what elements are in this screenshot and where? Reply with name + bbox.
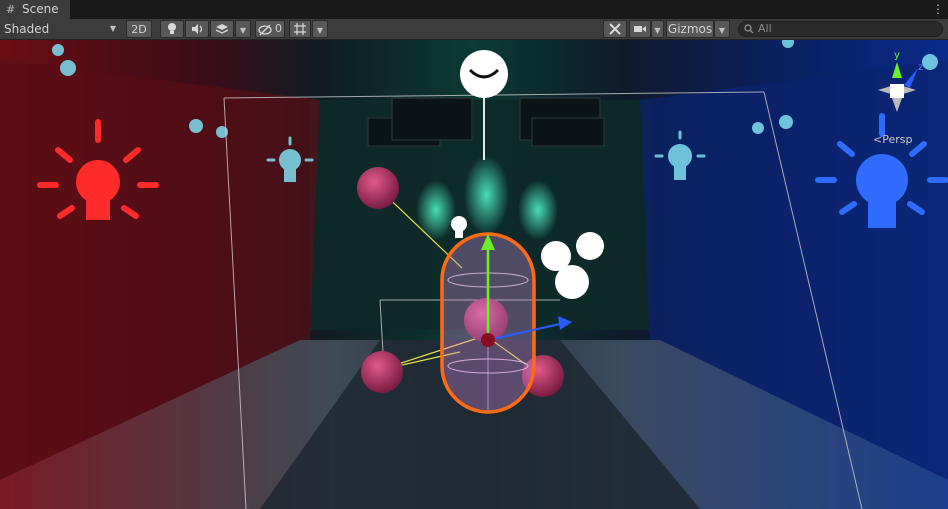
scene-tab-label: Scene	[22, 2, 59, 16]
search-field[interactable]: All	[738, 21, 943, 37]
chevron-down-icon: ▼	[239, 26, 247, 35]
grid-button[interactable]	[289, 20, 311, 38]
tab-menu-icon[interactable]: ⋮	[932, 0, 944, 19]
white-sphere[interactable]	[576, 232, 604, 260]
visibility-icon	[258, 24, 272, 36]
audio-toggle-button[interactable]	[185, 20, 209, 38]
tools-button[interactable]	[603, 20, 627, 38]
scene-viewport[interactable]: y z <Persp	[0, 40, 948, 509]
search-placeholder: All	[758, 22, 772, 35]
toggle-2d-button[interactable]: 2D	[126, 20, 152, 38]
search-icon	[744, 24, 754, 34]
probe-sphere[interactable]	[357, 167, 399, 209]
grid-icon	[294, 23, 306, 35]
grid-dropdown-button[interactable]: ▼	[312, 20, 328, 38]
probe-sphere[interactable]	[361, 351, 403, 393]
audio-toggle-icon	[192, 24, 203, 34]
camera-icon	[634, 26, 646, 32]
tab-bar: # Scene ⋮	[0, 0, 948, 19]
white-sphere[interactable]	[555, 265, 589, 299]
draw-mode-dropdown[interactable]: Shaded ▼	[4, 19, 120, 39]
light-toggle-button[interactable]	[160, 20, 184, 38]
projection-label: Persp	[882, 133, 913, 146]
hidden-objects-button[interactable]: 0	[255, 20, 285, 38]
hidden-count: 0	[275, 22, 282, 35]
axis-y-label: y	[894, 50, 900, 61]
light-toggle-icon	[168, 23, 176, 34]
persp-chevron-icon: <	[873, 133, 883, 146]
toggle-2d-label: 2D	[131, 23, 147, 36]
scene-toolbar: Shaded ▼ 2D ▼ 0 ▼ ▼ Gizmos ▼ All	[0, 19, 948, 40]
projection-toggle[interactable]: <Persp	[873, 133, 912, 146]
chevron-down-icon: ▼	[316, 26, 324, 35]
axis-z-label: z	[918, 62, 923, 73]
camera-dropdown-button[interactable]: ▼	[651, 20, 664, 38]
gizmos-label: Gizmos	[667, 22, 713, 36]
effects-dropdown-button[interactable]: ▼	[235, 20, 251, 38]
gizmos-dropdown-button[interactable]: ▼	[714, 20, 730, 38]
scene-render: y z	[0, 40, 948, 509]
tab-scene[interactable]: # Scene	[0, 0, 70, 19]
camera-button[interactable]	[629, 20, 651, 38]
effects-toggle-button[interactable]	[210, 20, 234, 38]
chevron-down-icon: ▼	[109, 24, 116, 33]
effects-layers-icon	[215, 24, 229, 34]
chevron-down-icon: ▼	[654, 26, 661, 35]
draw-mode-label: Shaded	[4, 22, 50, 36]
gizmos-button[interactable]: Gizmos	[666, 20, 714, 38]
scene-tab-icon: #	[6, 3, 16, 16]
chevron-down-icon: ▼	[718, 26, 726, 35]
tools-icon	[609, 23, 621, 35]
